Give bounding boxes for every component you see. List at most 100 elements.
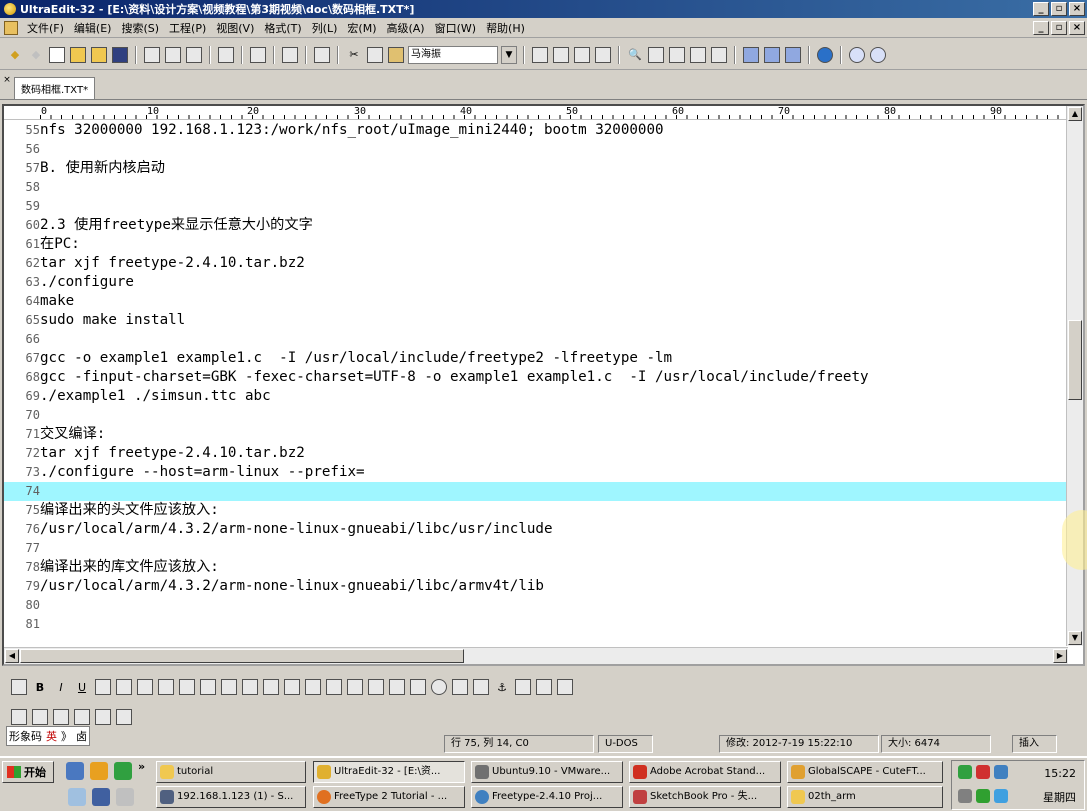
- align-left-icon[interactable]: [531, 46, 549, 64]
- insert-label-icon[interactable]: [325, 678, 343, 696]
- preview-icon[interactable]: [73, 708, 91, 726]
- doc-maximize-button[interactable]: ▫: [1051, 21, 1067, 35]
- editor-line[interactable]: 79/usr/local/arm/4.3.2/arm-none-linux-gn…: [4, 577, 1068, 596]
- text-editor[interactable]: 0 10 20 30 40 50 60 70 80 90 55nfs 32000…: [2, 104, 1085, 666]
- task-sketchbook[interactable]: SketchBook Pro - 失...: [629, 786, 781, 808]
- open-recent-icon[interactable]: [90, 46, 108, 64]
- tile-window-icon[interactable]: [763, 46, 781, 64]
- align-right-2-icon[interactable]: [241, 678, 259, 696]
- insert-field-icon[interactable]: [367, 678, 385, 696]
- menu-view[interactable]: 视图(V): [211, 20, 259, 36]
- quicklaunch-tool-icon[interactable]: [68, 788, 86, 806]
- menu-help[interactable]: 帮助(H): [481, 20, 530, 36]
- font-dropdown-button[interactable]: ▼: [501, 45, 517, 64]
- align-icon[interactable]: [10, 678, 28, 696]
- checkbox-icon[interactable]: [409, 678, 427, 696]
- maximize-button[interactable]: ▫: [1051, 2, 1067, 16]
- doc-minimize-button[interactable]: _: [1033, 21, 1049, 35]
- insert-box-icon[interactable]: [283, 678, 301, 696]
- browser-globe-icon[interactable]: [816, 46, 834, 64]
- open-folder-icon[interactable]: [69, 46, 87, 64]
- font-select[interactable]: 马海振: [408, 45, 498, 64]
- editor-line[interactable]: 61在PC:: [4, 235, 1068, 254]
- print-icon[interactable]: [143, 46, 161, 64]
- horizontal-scroll-thumb[interactable]: [20, 649, 464, 663]
- minimize-button[interactable]: _: [1033, 2, 1049, 16]
- editor-line[interactable]: 78编译出来的库文件应该放入:: [4, 558, 1068, 577]
- numbered-list-icon[interactable]: [136, 678, 154, 696]
- menu-project[interactable]: 工程(P): [164, 20, 211, 36]
- bullet-list-icon[interactable]: [115, 678, 133, 696]
- scroll-right-arrow-icon[interactable]: ▶: [1053, 649, 1067, 663]
- spell-check-icon[interactable]: [556, 678, 574, 696]
- find-next-icon[interactable]: [647, 46, 665, 64]
- quicklaunch-more-icon[interactable]: »: [138, 760, 145, 773]
- editor-line[interactable]: 65sudo make install: [4, 311, 1068, 330]
- anchor-icon[interactable]: ⚓: [493, 678, 511, 696]
- editor-line[interactable]: 71交叉编译:: [4, 425, 1068, 444]
- menu-format[interactable]: 格式(T): [259, 20, 306, 36]
- editor-line[interactable]: 57B. 使用新内核启动: [4, 159, 1068, 178]
- help-icon[interactable]: [869, 46, 887, 64]
- save-icon[interactable]: [111, 46, 129, 64]
- align-justify-2-icon[interactable]: [262, 678, 280, 696]
- hr-icon[interactable]: [304, 678, 322, 696]
- menu-edit[interactable]: 编辑(E): [69, 20, 117, 36]
- new-file-icon[interactable]: [48, 46, 66, 64]
- scroll-down-arrow-icon[interactable]: ▼: [1068, 631, 1082, 645]
- special-char-icon[interactable]: [514, 678, 532, 696]
- editor-line[interactable]: 72tar xjf freetype-2.4.10.tar.bz2: [4, 444, 1068, 463]
- split-window-icon[interactable]: [742, 46, 760, 64]
- start-button[interactable]: 开始: [2, 761, 54, 783]
- info-icon[interactable]: [848, 46, 866, 64]
- insert-input-icon[interactable]: [346, 678, 364, 696]
- task-acrobat[interactable]: Adobe Acrobat Stand...: [629, 761, 781, 783]
- tray-qq-icon[interactable]: [976, 765, 990, 779]
- cut-icon[interactable]: ✂: [345, 46, 363, 64]
- cascade-window-icon[interactable]: [784, 46, 802, 64]
- quicklaunch-app-icon[interactable]: [114, 762, 132, 780]
- editor-line[interactable]: 73./configure --host=arm-linux --prefix=: [4, 463, 1068, 482]
- chart-icon[interactable]: [31, 708, 49, 726]
- task-cuteftp[interactable]: GlobalSCAPE - CuteFT...: [787, 761, 943, 783]
- editor-line[interactable]: 81: [4, 615, 1068, 634]
- menu-window[interactable]: 窗口(W): [430, 20, 481, 36]
- task-ssh[interactable]: 192.168.1.123 (1) - S...: [156, 786, 306, 808]
- underline-icon[interactable]: U: [73, 678, 91, 696]
- tab-close-icon[interactable]: ×: [0, 75, 14, 99]
- sitemap-icon[interactable]: [94, 708, 112, 726]
- bold-icon[interactable]: B: [31, 678, 49, 696]
- indent-icon[interactable]: [94, 678, 112, 696]
- insert-button-icon[interactable]: [388, 678, 406, 696]
- back-icon[interactable]: ◆: [6, 46, 24, 64]
- find-in-files-icon[interactable]: [710, 46, 728, 64]
- quicklaunch-tool2-icon[interactable]: [92, 788, 110, 806]
- task-freetype-project[interactable]: Freetype-2.4.10 Proj...: [471, 786, 623, 808]
- tray-app-icon[interactable]: [958, 765, 972, 779]
- task-tutorial[interactable]: tutorial: [156, 761, 306, 783]
- scroll-up-arrow-icon[interactable]: ▲: [1068, 107, 1082, 121]
- tab-active-document[interactable]: 数码相框.TXT*: [14, 77, 96, 99]
- column-mode-icon[interactable]: [313, 46, 331, 64]
- highlight-icon[interactable]: [178, 678, 196, 696]
- tray-volume-icon[interactable]: [958, 789, 972, 803]
- doc-close-button[interactable]: ×: [1069, 21, 1085, 35]
- quicklaunch-desktop-icon[interactable]: [66, 762, 84, 780]
- editor-line[interactable]: 69./example1 ./simsun.ttc abc: [4, 387, 1068, 406]
- align-center-icon[interactable]: [552, 46, 570, 64]
- menu-advanced[interactable]: 高级(A): [381, 20, 429, 36]
- align-center-2-icon[interactable]: [220, 678, 238, 696]
- editor-line[interactable]: 77: [4, 539, 1068, 558]
- italic-icon[interactable]: I: [52, 678, 70, 696]
- editor-line[interactable]: 75编译出来的头文件应该放入:: [4, 501, 1068, 520]
- menu-macro[interactable]: 宏(M): [342, 20, 381, 36]
- editor-line[interactable]: 58: [4, 178, 1068, 197]
- scroll-left-arrow-icon[interactable]: ◀: [5, 649, 19, 663]
- editor-line[interactable]: 70: [4, 406, 1068, 425]
- forward-icon[interactable]: ◆: [27, 46, 45, 64]
- word-wrap-icon[interactable]: [249, 46, 267, 64]
- paste-icon[interactable]: [387, 46, 405, 64]
- print-preview-icon[interactable]: [164, 46, 182, 64]
- close-button[interactable]: ×: [1069, 2, 1085, 16]
- task-vmware[interactable]: Ubuntu9.10 - VMware...: [471, 761, 623, 783]
